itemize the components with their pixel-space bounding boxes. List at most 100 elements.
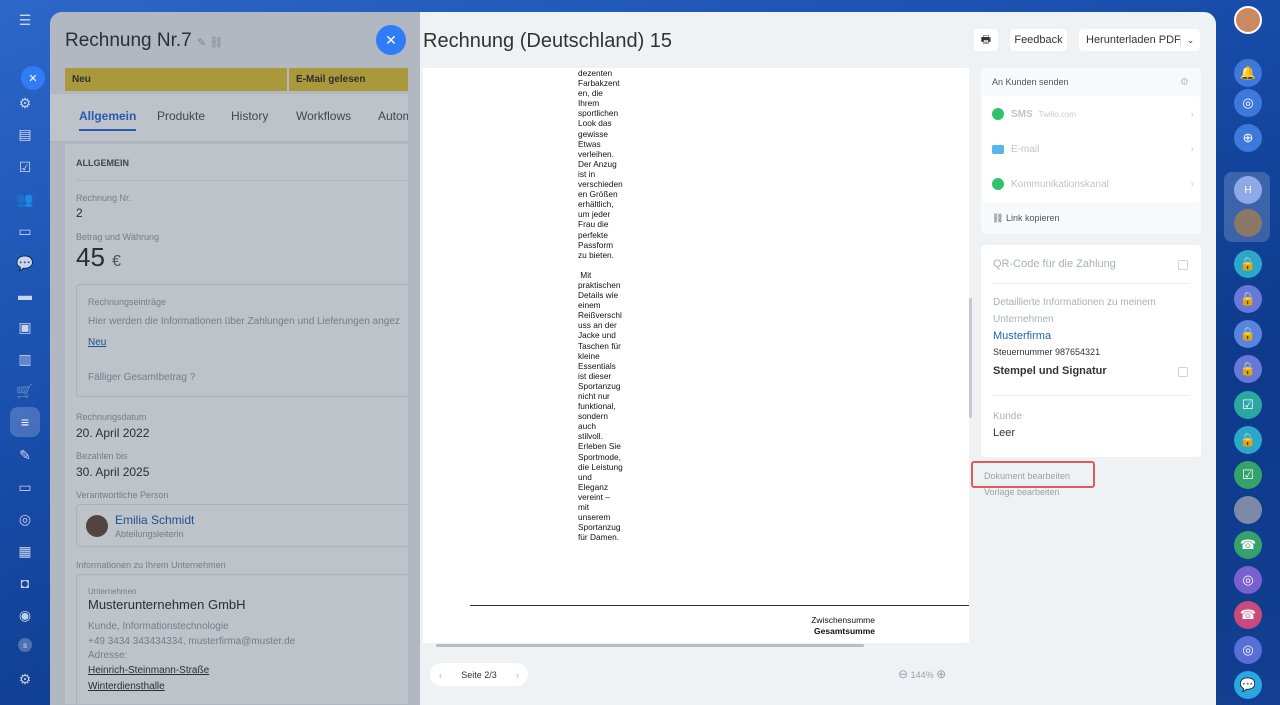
zoom-control: ⊖ 144% ⊕ (898, 667, 946, 681)
chevron-down-icon[interactable]: ⌄ (1180, 34, 1200, 46)
chevron-right-icon: › (1190, 143, 1194, 155)
messenger-icon (992, 178, 1004, 190)
target-icon[interactable]: ◎ (1234, 636, 1262, 664)
close-icon[interactable]: ✕ (21, 66, 45, 90)
details-label: Detaillierte Informationen zu meinem Unt… (993, 297, 1156, 325)
left-sidebar: ☰ ✕ ⚙ ▤ ☑ 👥 ▭ 💬 ▬ ▣ ▥ 🛒 ≡ ✎ ▭ ◎ ▦ ◘ ◉ s … (0, 0, 50, 705)
lock-icon[interactable]: 🔒 (1234, 355, 1262, 383)
card-icon[interactable]: ▭ (14, 476, 36, 498)
zoom-out-icon[interactable]: ⊖ (898, 667, 908, 681)
whatsapp-icon (992, 108, 1004, 120)
right-sidebar: 🔔 ◎ ⊕ H 🔒 🔒 🔒 🔒 ☑ 🔒 ☑ ☎ ◎ ☎ ◎ 💬 (1216, 0, 1280, 705)
menu-icon[interactable]: ☰ (14, 9, 36, 31)
copy-link[interactable]: ⛓ Link kopieren (992, 213, 1060, 224)
channel-email[interactable]: E-mail › (992, 134, 1194, 164)
print-button[interactable]: 🖶 (974, 29, 998, 51)
chevron-right-icon: › (1190, 178, 1194, 190)
robot-icon[interactable]: ◘ (14, 572, 36, 594)
group-avatar[interactable] (1234, 496, 1262, 524)
bar-chart-icon[interactable]: ▥ (14, 348, 36, 370)
company-link[interactable]: Musterfirma (993, 330, 1051, 342)
close-slider-button[interactable]: ✕ (376, 25, 406, 55)
send-card: An Kunden senden ⚙ SMS Twilio.com › E-ma… (981, 68, 1201, 234)
calendar-icon[interactable]: ▦ (14, 540, 36, 562)
channel-messenger[interactable]: Kommunikationskanal › (992, 169, 1194, 199)
lock-icon[interactable]: 🔒 (1234, 285, 1262, 313)
phone-icon[interactable]: ☎ (1234, 601, 1262, 629)
picture-icon[interactable]: ▣ (14, 316, 36, 338)
overlay-dim (50, 12, 420, 705)
divider (993, 283, 1189, 284)
checkbox-icon[interactable]: ☑ (14, 156, 36, 178)
user-avatar[interactable] (1234, 6, 1262, 34)
qr-label: QR-Code für die Zahlung (993, 258, 1116, 270)
channel-messenger-label: Kommunikationskanal (1011, 178, 1109, 190)
settings-card: QR-Code für die Zahlung Detaillierte Inf… (981, 245, 1201, 457)
person-avatar[interactable] (1234, 209, 1262, 237)
customer-label: Kunde (993, 411, 1022, 422)
settings-icon[interactable]: ⚙ (14, 668, 36, 690)
chat-icon[interactable]: 💬 (1234, 671, 1262, 699)
stamp-checkbox[interactable] (1178, 367, 1188, 377)
send-header: An Kunden senden (992, 77, 1069, 87)
goal-icon[interactable]: ◉ (14, 604, 36, 626)
download-pdf-label: Herunterladen PDF (1086, 34, 1181, 46)
lock-icon[interactable]: 🔒 (1234, 250, 1262, 278)
gear-icon[interactable]: ⚙ (14, 92, 36, 114)
target-icon[interactable]: ◎ (1234, 566, 1262, 594)
bell-icon[interactable]: 🔔 (1234, 59, 1262, 87)
feedback-button[interactable]: Feedback (1010, 29, 1067, 51)
customer-value[interactable]: Leer (993, 427, 1015, 439)
close-icon: ✕ (385, 31, 397, 48)
lock-icon[interactable]: 🔒 (1234, 426, 1262, 454)
channel-sms[interactable]: SMS Twilio.com › (992, 99, 1194, 129)
zoom-value: 144% (910, 670, 934, 680)
qr-checkbox[interactable] (1178, 260, 1188, 270)
chevron-right-icon: › (1190, 108, 1194, 120)
document-text: dezenten Farbakzent en, die Ihrem sportl… (578, 68, 623, 543)
next-page-icon[interactable]: › (516, 670, 519, 680)
link-icon: ⛓ (992, 213, 1004, 223)
search-chat-icon[interactable]: ⊕ (1234, 124, 1262, 152)
document-preview: dezenten Farbakzent en, die Ihrem sportl… (423, 68, 969, 643)
stamp-label: Stempel und Signatur (993, 365, 1107, 377)
edit-icon[interactable]: ✎ (14, 444, 36, 466)
document-rule (470, 605, 969, 606)
target-icon[interactable]: ◎ (1234, 89, 1262, 117)
h-badge-letter: H (1244, 184, 1252, 196)
document-slider: Rechnung (Deutschland) 15 🖶 Feedback Her… (408, 12, 1216, 705)
check-icon[interactable]: ☑ (1234, 461, 1262, 489)
zoom-in-icon[interactable]: ⊕ (936, 667, 946, 681)
lock-icon[interactable]: 🔒 (1234, 320, 1262, 348)
gear-icon[interactable]: ⚙ (1180, 77, 1189, 88)
cart-icon[interactable]: 🛒 (14, 380, 36, 402)
phone-icon[interactable]: ☎ (1234, 531, 1262, 559)
file-icon[interactable]: ▭ (14, 220, 36, 242)
chat-icon[interactable]: 💬 (14, 252, 36, 274)
total-label: Gesamtsumme (814, 626, 875, 636)
channel-sms-label: SMS (1011, 108, 1033, 120)
slider-title: Rechnung (Deutschland) 15 (423, 30, 673, 52)
tax-number: Steuernummer 987654321 (993, 347, 1101, 357)
document-icon[interactable]: ▤ (14, 123, 36, 145)
copy-link-label: Link kopieren (1005, 213, 1060, 223)
contacts-icon[interactable]: 👥 (14, 188, 36, 210)
prev-page-icon[interactable]: ‹ (439, 670, 442, 680)
download-pdf-button[interactable]: Herunterladen PDF ⌄ (1079, 29, 1200, 51)
filter-icon[interactable]: ≡ (14, 411, 36, 433)
page-label: Seite 2/3 (461, 669, 497, 680)
status-icon[interactable]: s (18, 638, 32, 652)
horizontal-scrollbar[interactable] (436, 644, 864, 647)
h-badge[interactable]: H (1234, 176, 1262, 204)
check-icon[interactable]: ☑ (1234, 391, 1262, 419)
vertical-scrollbar[interactable] (969, 298, 972, 418)
edit-document-link[interactable]: Dokument bearbeiten (984, 471, 1070, 481)
box-icon[interactable]: ▬ (14, 284, 36, 306)
channel-list: SMS Twilio.com › E-mail › Kommunikations… (982, 96, 1200, 203)
avatar-letter: s (23, 640, 27, 650)
target-icon[interactable]: ◎ (14, 508, 36, 530)
channel-email-label: E-mail (1011, 143, 1040, 155)
edit-template-link[interactable]: Vorlage bearbeiten (984, 487, 1060, 497)
divider (993, 395, 1189, 396)
page-navigator: ‹ Seite 2/3 › (430, 663, 528, 686)
